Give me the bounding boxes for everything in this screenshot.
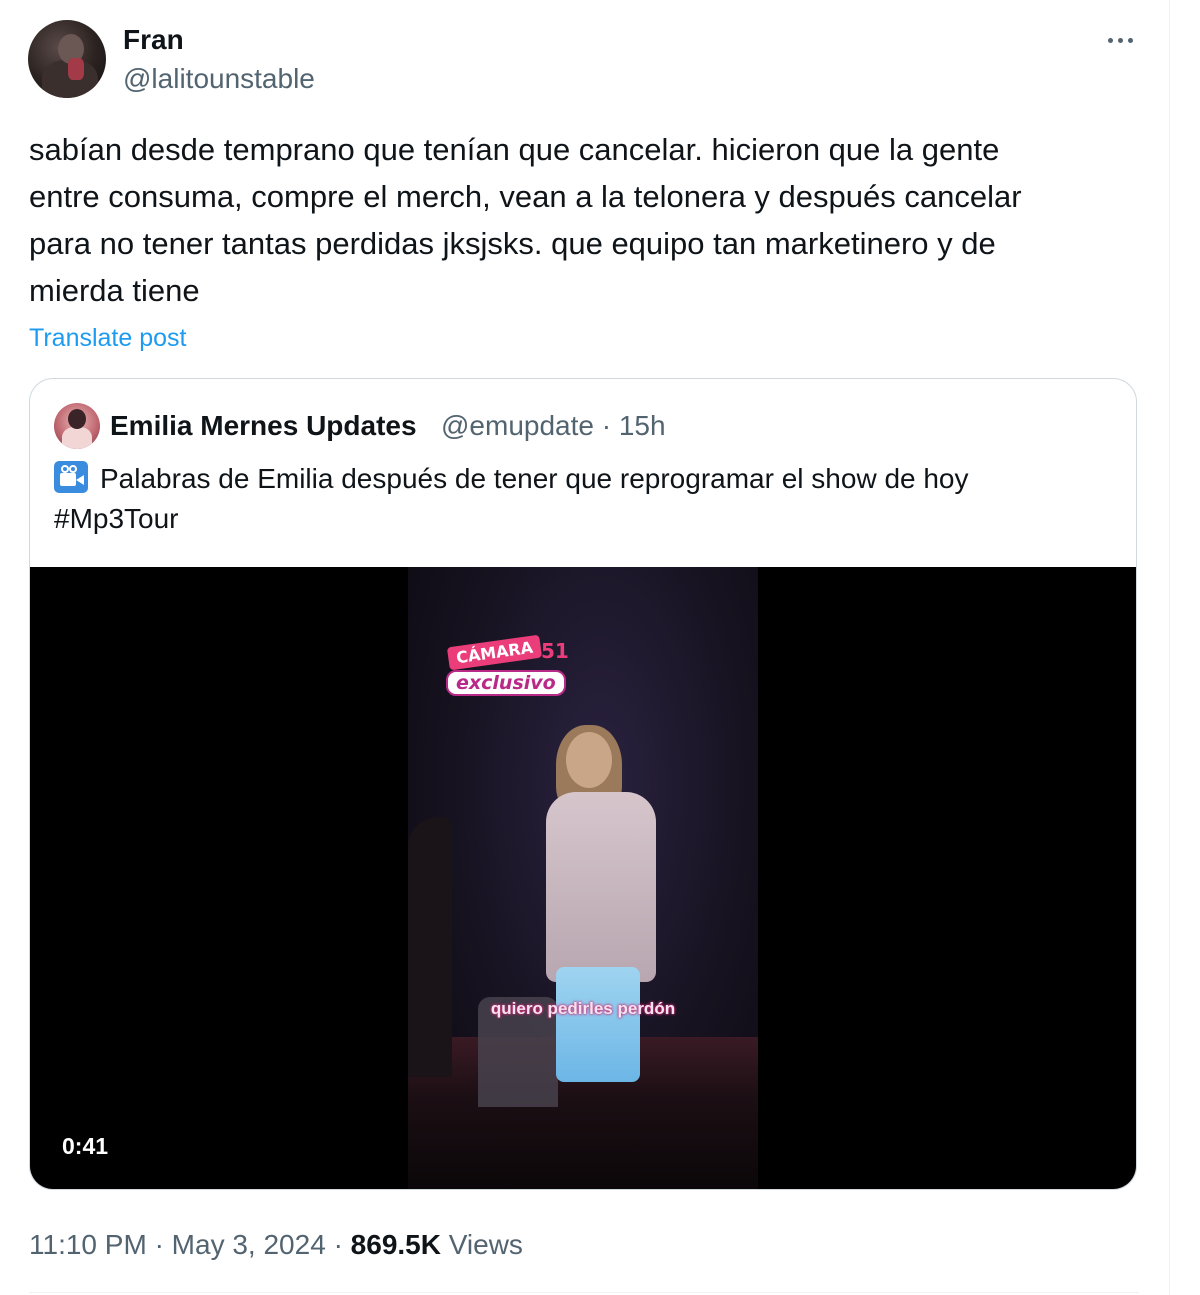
meta-separator: ·: [333, 1229, 343, 1260]
exclusivo-logo: exclusivo: [446, 670, 566, 696]
views-label: Views: [448, 1229, 523, 1260]
tweet[interactable]: Fran @lalitounstable sabían desde tempra…: [0, 0, 1169, 1295]
post-metadata: 11:10 PM · May 3, 2024 · 869.5K Views: [29, 1228, 523, 1262]
tweet-text: sabían desde temprano que tenían que can…: [29, 132, 1022, 308]
author-handle[interactable]: @lalitounstable: [123, 63, 315, 95]
translate-post-link[interactable]: Translate post: [29, 322, 186, 354]
quoted-author-display-name: Emilia Mernes Updates: [110, 410, 417, 441]
video-duration: 0:41: [62, 1133, 109, 1159]
post-date[interactable]: May 3, 2024: [172, 1229, 326, 1260]
video-player[interactable]: CÁMARA 51 exclusivo quiero pedirles perd…: [30, 567, 1136, 1189]
channel-51-logo: 51: [541, 639, 569, 663]
meta-separator: ·: [154, 1229, 164, 1260]
hashtag-link[interactable]: #Mp3Tour: [54, 503, 179, 534]
post-time[interactable]: 11:10 PM: [29, 1229, 147, 1260]
camara-logo: CÁMARA: [446, 634, 543, 671]
quoted-post-card[interactable]: Emilia Mernes Updates @emupdate · 15h Pa…: [29, 378, 1137, 1190]
author-avatar[interactable]: [28, 20, 106, 98]
views-count: 869.5K: [350, 1229, 441, 1260]
video-frame: CÁMARA 51 exclusivo quiero pedirles perd…: [408, 567, 758, 1189]
quoted-author-avatar[interactable]: [54, 403, 100, 449]
quoted-author-handle-time: @emupdate · 15h: [441, 410, 666, 441]
quoted-post-text: Palabras de Emilia después de tener que …: [54, 459, 1114, 539]
column-border: [1169, 0, 1170, 1295]
more-horizontal-icon[interactable]: [1100, 26, 1140, 54]
movie-camera-icon: [54, 461, 88, 493]
video-subtitle: quiero pedirles perdón: [490, 999, 676, 1018]
author-display-name[interactable]: Fran: [123, 24, 184, 56]
divider: [29, 1292, 1139, 1293]
quoted-post-body: Palabras de Emilia después de tener que …: [100, 463, 969, 494]
